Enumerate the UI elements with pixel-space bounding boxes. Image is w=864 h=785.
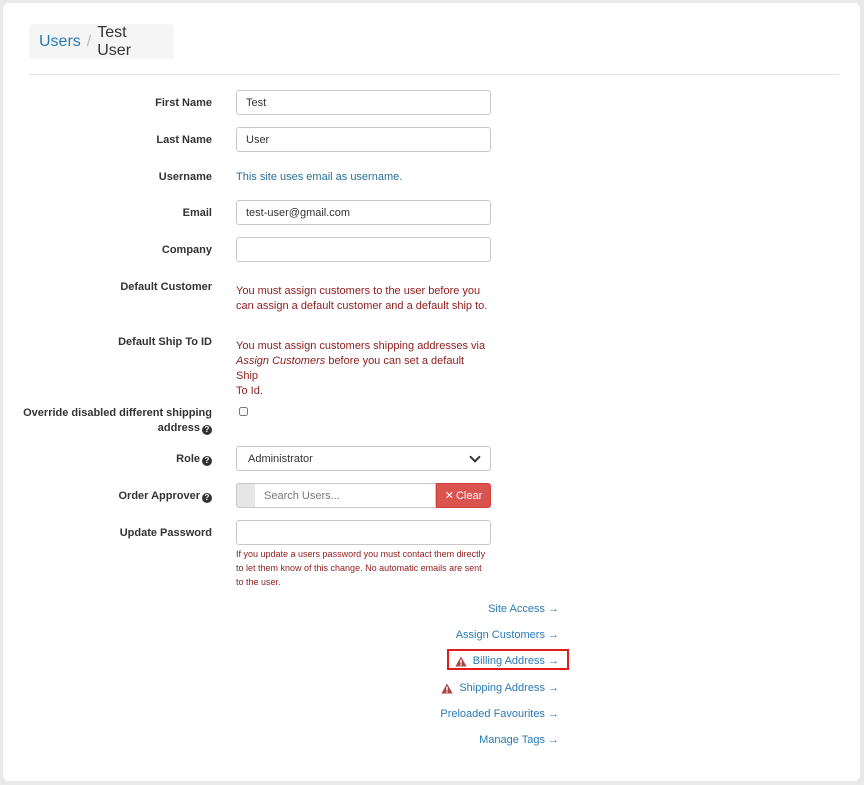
- breadcrumb: Users / Test User: [29, 24, 174, 59]
- order-approver-label-text: Order Approver: [118, 490, 200, 502]
- update-password-input[interactable]: [236, 520, 491, 545]
- chevron-down-icon: [469, 450, 481, 463]
- username-info: This site uses email as username.: [236, 171, 403, 183]
- clear-button-label: Clear: [455, 489, 483, 502]
- default-customer-warning: You must assign customers to the user be…: [236, 284, 488, 314]
- question-circle-icon[interactable]: ?: [202, 456, 212, 466]
- role-label-text: Role: [176, 453, 200, 465]
- role-label: Role?: [176, 452, 212, 467]
- default-customer-warning-line1: You must assign customers to the user be…: [236, 285, 481, 297]
- role-select[interactable]: Administrator: [236, 446, 491, 471]
- site-access-link[interactable]: Site Access →: [488, 602, 559, 617]
- user-edit-panel: Users / Test User First Name Last Name U…: [3, 3, 860, 781]
- shipping-address-link[interactable]: Shipping Address →: [441, 681, 559, 696]
- company-input[interactable]: [236, 237, 491, 262]
- assign-customers-link[interactable]: Assign Customers →: [456, 628, 559, 643]
- first-name-label: First Name: [155, 97, 212, 109]
- billing-address-highlight-box: [447, 649, 569, 670]
- update-password-warning-line1: If you update a users password you must …: [236, 549, 486, 559]
- default-ship-to-warning-line3: To Id.: [236, 385, 263, 397]
- update-password-warning-line3: to the user.: [236, 577, 281, 587]
- times-icon: ✕: [444, 490, 454, 502]
- default-ship-to-warning-line2: Assign Customers before you can set a de…: [236, 354, 488, 384]
- update-password-label: Update Password: [119, 527, 212, 539]
- order-approver-clear-button[interactable]: ✕ Clear: [436, 483, 491, 508]
- question-circle-icon[interactable]: ?: [202, 425, 212, 435]
- override-shipping-label: Override disabled different shipping add…: [23, 406, 212, 436]
- role-select-value: Administrator: [248, 452, 313, 465]
- order-approver-search-input[interactable]: [255, 483, 436, 508]
- email-label: Email: [182, 207, 212, 219]
- email-input[interactable]: [236, 200, 491, 225]
- last-name-label: Last Name: [156, 134, 212, 146]
- shipping-address-link-label: Shipping Address →: [459, 682, 559, 694]
- update-password-warning-line2: to let them know of this change. No auto…: [236, 563, 482, 573]
- header-divider: [29, 74, 839, 75]
- assign-customers-emphasis: Assign Customers: [236, 355, 326, 367]
- override-shipping-label-line1: Override disabled different shipping: [23, 407, 212, 419]
- company-label: Company: [161, 244, 212, 256]
- override-shipping-label-line2-text: address: [157, 422, 200, 434]
- preloaded-favourites-link[interactable]: Preloaded Favourites →: [440, 707, 559, 722]
- override-shipping-checkbox[interactable]: [239, 407, 248, 416]
- default-ship-to-warning: You must assign customers shipping addre…: [236, 339, 488, 399]
- default-customer-warning-line2: can assign a default customer and a defa…: [236, 300, 488, 312]
- breadcrumb-users-link[interactable]: Users: [39, 33, 81, 51]
- default-customer-label: Default Customer: [120, 281, 212, 293]
- username-label: Username: [158, 171, 212, 183]
- first-name-input[interactable]: [236, 90, 491, 115]
- last-name-input[interactable]: [236, 127, 491, 152]
- manage-tags-link[interactable]: Manage Tags →: [479, 733, 559, 748]
- breadcrumb-separator: /: [86, 32, 92, 50]
- breadcrumb-current: Test User: [97, 23, 132, 59]
- order-approver-label: Order Approver?: [118, 489, 212, 504]
- warning-triangle-icon: [441, 683, 453, 694]
- question-circle-icon[interactable]: ?: [202, 493, 212, 503]
- order-approver-addon: [236, 483, 255, 508]
- override-shipping-label-line2: address?: [23, 421, 212, 436]
- default-ship-to-warning-line1: You must assign customers shipping addre…: [236, 340, 486, 352]
- update-password-warning: If you update a users password you must …: [236, 547, 498, 589]
- default-ship-to-label: Default Ship To ID: [118, 336, 212, 348]
